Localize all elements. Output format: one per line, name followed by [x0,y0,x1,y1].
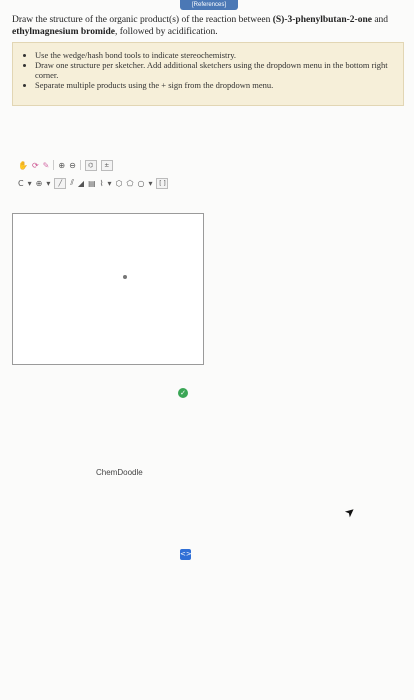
sketcher-dropdown-button[interactable]: <> [180,549,192,560]
chain-icon[interactable]: ⌇ [100,178,104,189]
atom-icon[interactable]: C [18,178,24,189]
zoom-out-icon[interactable]: ⊖ [69,160,76,171]
canvas-cursor-dot [123,275,127,279]
ring-icon[interactable]: ⬡ [116,178,123,189]
question-text: Draw the structure of the organic produc… [12,14,404,38]
reagent-2: ethylmagnesium bromide [12,27,116,37]
sketcher-toolbar-row-1: ✋ ⟳ ✎ ⊕ ⊖ ⌬ ± [18,158,113,172]
template-icon[interactable]: ⌬ [84,159,97,171]
dropdown-arrow-icon[interactable]: ▾ [148,178,152,189]
chemdoodle-watermark: ChemDoodle [96,468,143,477]
wedge-icon[interactable]: ◢ [78,178,84,189]
dropdown-arrow-icon[interactable]: ▾ [108,178,112,189]
reagent-1: (S)-3-phenylbutan-2-one [272,15,372,25]
single-bond-icon[interactable]: ╱ [54,177,67,189]
hand-icon[interactable]: ✋ [18,160,28,171]
dropdown-arrow-icon[interactable]: ▾ [46,178,50,189]
instruction-item: Draw one structure per sketcher. Add add… [35,60,393,80]
sketcher-toolbar-row-2: C ▾ ⊕ ▾ ╱ ⫽ ◢ ▤ ⌇ ▾ ⬡ ⬠ ○ ▾ [ ] [18,176,169,190]
hash-icon[interactable]: ▤ [88,178,96,189]
references-tab[interactable]: [References] [180,0,238,10]
lasso-icon[interactable]: ⟳ [32,160,39,171]
instructions-list: Use the wedge/hash bond tools to indicat… [35,50,393,90]
question-part2: and [371,15,389,25]
charge-icon[interactable]: ± [100,159,113,171]
ring-icon[interactable]: ○ [137,178,144,189]
dropdown-arrow-icon[interactable]: ▾ [28,178,32,189]
instruction-item: Use the wedge/hash bond tools to indicat… [35,50,393,60]
double-bond-icon[interactable]: ⫽ [70,178,74,189]
zoom-in-icon[interactable]: ⊕ [58,160,65,171]
eraser-icon[interactable]: ✎ [43,160,50,171]
question-part3: , followed by acidification. [115,27,218,37]
mouse-cursor-icon: ➤ [341,503,359,521]
toolbar-separator [79,160,81,170]
bracket-icon[interactable]: [ ] [156,177,169,189]
instructions-box: Use the wedge/hash bond tools to indicat… [12,42,404,106]
page: [References] Draw the structure of the o… [0,0,414,700]
instruction-item: Separate multiple products using the + s… [35,80,393,90]
toolbar-separator [53,160,55,170]
bond-icon[interactable]: ⊕ [36,178,43,189]
ring-icon[interactable]: ⬠ [127,178,134,189]
question-part1: Draw the structure of the organic produc… [12,15,273,25]
check-button[interactable]: ✓ [178,388,188,398]
sketcher-canvas[interactable] [12,213,204,365]
